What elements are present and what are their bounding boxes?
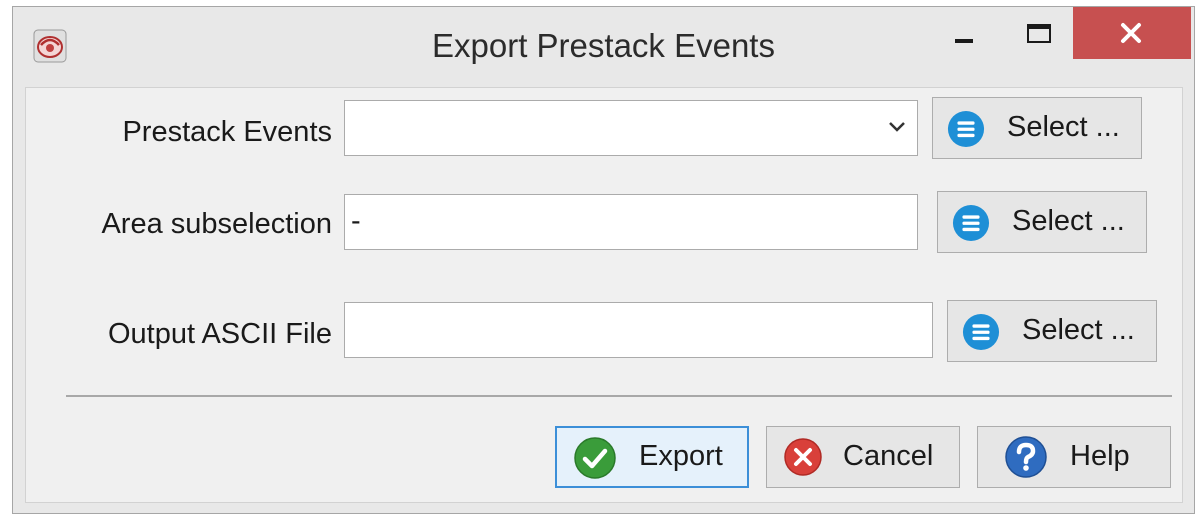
help-icon <box>1005 436 1047 478</box>
list-icon <box>947 110 985 148</box>
checkmark-icon <box>574 437 616 479</box>
area-subselection-field[interactable]: - <box>344 194 918 250</box>
help-button-label: Help <box>1070 440 1130 472</box>
export-button[interactable]: Export <box>555 426 749 488</box>
select-button-label: Select ... <box>1022 314 1135 346</box>
separator <box>66 395 1172 397</box>
select-button-label: Select ... <box>1007 111 1120 143</box>
export-prestack-events-dialog: Export Prestack Events Prestack Events S… <box>12 6 1195 514</box>
area-subselection-label: Area subselection <box>101 208 332 240</box>
close-icon <box>1121 23 1141 43</box>
prestack-events-label: Prestack Events <box>122 116 332 148</box>
list-icon <box>952 204 990 242</box>
minimize-button[interactable] <box>939 7 989 57</box>
area-subselection-value: - <box>351 205 361 237</box>
prestack-events-dropdown[interactable] <box>344 100 918 156</box>
maximize-icon <box>1027 24 1051 43</box>
minimize-icon <box>955 39 973 43</box>
export-button-label: Export <box>639 440 723 472</box>
select-button-label: Select ... <box>1012 205 1125 237</box>
dialog-body: Prestack Events Select ... Area subselec… <box>25 87 1183 503</box>
cancel-button-label: Cancel <box>843 440 934 472</box>
prestack-events-select-button[interactable]: Select ... <box>932 97 1142 159</box>
chevron-down-icon <box>889 122 905 132</box>
help-button[interactable]: Help <box>977 426 1171 488</box>
list-icon <box>962 313 1000 351</box>
title-bar[interactable]: Export Prestack Events <box>13 7 1194 89</box>
output-ascii-file-select-button[interactable]: Select ... <box>947 300 1157 362</box>
close-button[interactable] <box>1073 7 1191 59</box>
output-ascii-file-label: Output ASCII File <box>107 318 332 350</box>
cancel-button[interactable]: Cancel <box>766 426 960 488</box>
area-subselection-select-button[interactable]: Select ... <box>937 191 1147 253</box>
maximize-button[interactable] <box>1013 7 1063 57</box>
cancel-icon <box>784 438 822 476</box>
output-ascii-file-field[interactable] <box>344 302 933 358</box>
